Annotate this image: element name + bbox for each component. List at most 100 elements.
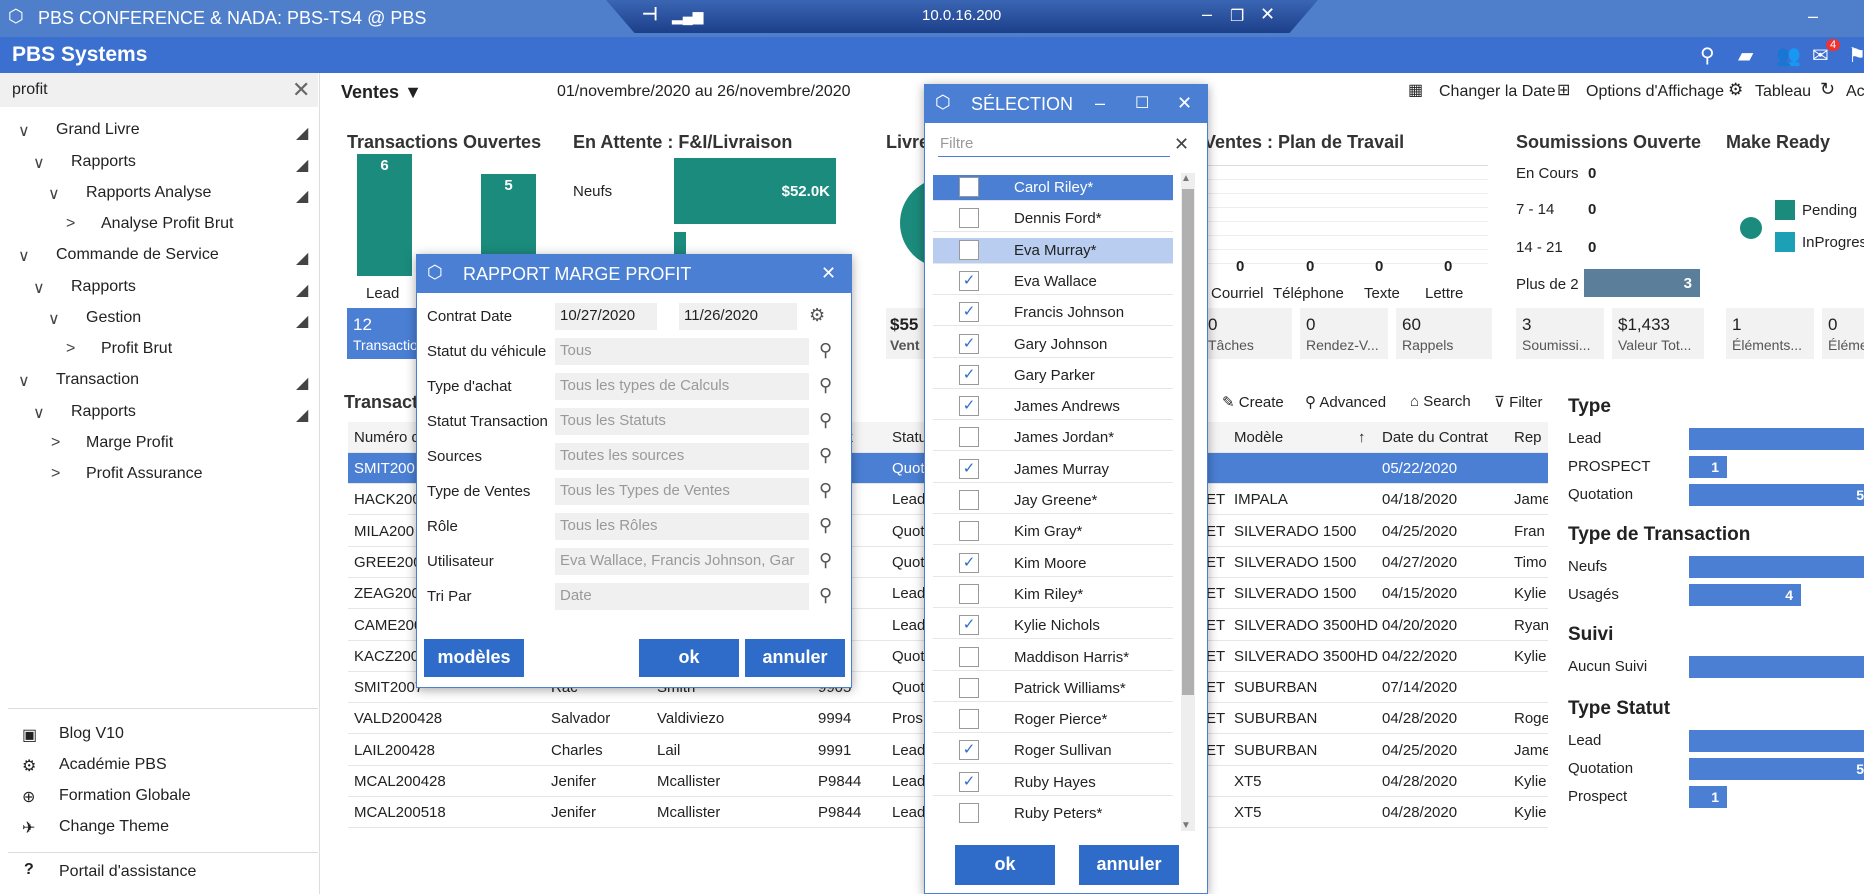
col-modele[interactable]: Modèle [1234,429,1283,446]
col-date-contrat[interactable]: Date du Contrat [1382,429,1488,446]
selection-item[interactable]: ✓ James Murray [933,457,1173,483]
checkbox[interactable]: ✓ [959,333,979,354]
advanced-button[interactable]: ⚲ Advanced [1305,393,1386,411]
tree-toggle[interactable]: ∨ [33,403,45,423]
chart-bar-lead[interactable]: 6 [357,154,412,276]
col-rep[interactable]: Rep [1514,429,1542,446]
tree-item-profit-brut[interactable]: Profit Brut [101,340,172,358]
selection-item[interactable]: Ruby Peters* [933,801,1173,825]
rdp-minimize-icon[interactable]: – [1202,4,1212,25]
checkbox[interactable]: ✓ [959,552,979,573]
field-input[interactable]: Toutes les sources [555,443,809,470]
link-support[interactable]: Portail d'assistance [59,863,196,881]
summary-bar[interactable]: 1 [1689,786,1727,808]
checkbox[interactable]: ✓ [959,396,979,417]
checkbox[interactable] [959,177,979,197]
selection-item[interactable]: Patrick Williams* [933,676,1173,702]
tree-item-grand-livre[interactable]: Grand Livre [56,121,140,139]
filter-button[interactable]: ⊽ Filter [1494,393,1543,411]
link-blog[interactable]: Blog V10 [59,725,124,743]
tile-elements[interactable]: 1 Éléments... [1726,308,1814,359]
tree-toggle[interactable]: > [51,465,60,483]
search-icon[interactable]: ⚲ [819,550,832,571]
sidebar-search[interactable]: profit ✕ [0,73,318,107]
tree-toggle[interactable]: ∨ [18,246,30,266]
summary-bar[interactable] [1689,730,1864,752]
scrollbar-thumb[interactable] [1182,189,1194,695]
maximize-icon[interactable]: ☐ [1135,93,1149,113]
field-input[interactable]: Tous les Rôles [555,513,809,540]
tile-ventes[interactable]: $55 Vent [886,308,926,359]
clear-filter-icon[interactable]: ✕ [1174,134,1189,155]
view-selector[interactable]: Ventes ▼ [341,82,422,103]
ok-button[interactable]: ok [639,639,739,677]
checkbox[interactable] [959,239,979,260]
refresh-icon[interactable]: ↻ [1820,79,1835,100]
tree-item-gestion[interactable]: Gestion [86,309,141,327]
checkbox[interactable] [959,803,979,823]
chat-icon[interactable]: ▰ [1738,43,1753,68]
field-input[interactable]: Tous les Types de Ventes [555,478,809,505]
minimize-icon[interactable]: – [1095,93,1105,114]
checkbox[interactable]: ✓ [959,270,979,291]
tree-item-rapports[interactable]: Rapports [71,403,136,421]
summary-bar[interactable] [1689,428,1864,450]
scroll-up-icon[interactable]: ▲ [1181,173,1191,184]
selection-item[interactable]: ✓ James Andrews [933,394,1173,421]
selection-item[interactable]: ✓ Roger Sullivan [933,738,1173,765]
tile-taches[interactable]: 0 Tâches [1204,308,1292,359]
selection-item[interactable]: ✓ Ruby Hayes [933,770,1173,796]
link-academie[interactable]: Académie PBS [59,756,167,774]
tree-toggle[interactable]: ∨ [48,184,60,204]
checkbox[interactable] [959,677,979,698]
search-button[interactable]: ⌂ Search [1410,393,1471,410]
tree-toggle[interactable]: > [66,340,75,358]
selection-item[interactable]: Jay Greene* [933,488,1173,514]
tree-toggle[interactable]: ∨ [48,309,60,329]
selection-item[interactable]: ✓ Kim Moore [933,551,1173,577]
create-button[interactable]: ✎ Create [1222,393,1284,411]
selection-item[interactable]: Maddison Harris* [933,645,1173,671]
checkbox[interactable]: ✓ [959,615,979,636]
flag-icon[interactable]: ⚑ [1848,43,1864,68]
link-change-theme[interactable]: Change Theme [59,818,169,836]
selection-item[interactable]: Carol Riley* [933,175,1173,201]
tree-item-profit-assurance[interactable]: Profit Assurance [86,465,203,483]
scroll-down-icon[interactable]: ▼ [1181,820,1191,831]
tree-toggle-grand-livre[interactable]: ∨ [18,121,30,141]
checkbox[interactable] [959,583,979,604]
tree-item-rapports[interactable]: Rapports [71,153,136,171]
field-input[interactable]: Tous les types de Calculs [555,373,809,400]
change-date-button[interactable]: Changer la Date [1439,83,1556,101]
selection-item[interactable]: Dennis Ford* [933,206,1173,233]
checkbox[interactable] [959,521,979,542]
tile-transactions[interactable]: 12 Transactio [347,308,418,359]
checkbox[interactable]: ✓ [959,302,979,323]
tile-rendez-vous[interactable]: 0 Rendez-V... [1300,308,1388,359]
field-input[interactable]: Date [555,583,809,610]
col-statut[interactable]: Statu [892,429,927,446]
close-icon[interactable]: ✕ [1177,93,1192,114]
checkbox[interactable]: ✓ [959,771,979,792]
filter-input[interactable]: Filtre [938,133,1170,157]
pin-icon[interactable]: ⊣ [642,4,658,25]
users-icon[interactable]: 👥 [1776,43,1801,68]
pending-bar[interactable]: $52.0K [674,158,836,224]
start-date-input[interactable]: 10/27/2020 [555,303,657,330]
selection-item[interactable]: ✓ Gary Parker [933,363,1173,389]
search-icon[interactable]: ⚲ [819,340,832,361]
field-input[interactable]: Tous [555,338,809,365]
cancel-button[interactable]: annuler [745,639,845,677]
ok-button[interactable]: ok [955,845,1055,885]
selection-item[interactable]: ✓ Gary Johnson [933,332,1173,358]
checkbox[interactable] [959,709,979,730]
selection-item[interactable]: Roger Pierce* [933,707,1173,734]
selection-item[interactable]: ✓ Eva Wallace [933,269,1173,295]
rdp-restore-icon[interactable]: ❐ [1230,6,1244,26]
tile-valeur-totale[interactable]: $1,433 Valeur Tot... [1612,308,1704,359]
field-input[interactable]: Eva Wallace, Francis Johnson, Gar [555,548,809,575]
tree-item-transaction[interactable]: Transaction [56,371,139,389]
checkbox[interactable]: ✓ [959,740,979,761]
minimize-icon[interactable]: – [1808,6,1818,27]
checkbox[interactable] [959,490,979,510]
